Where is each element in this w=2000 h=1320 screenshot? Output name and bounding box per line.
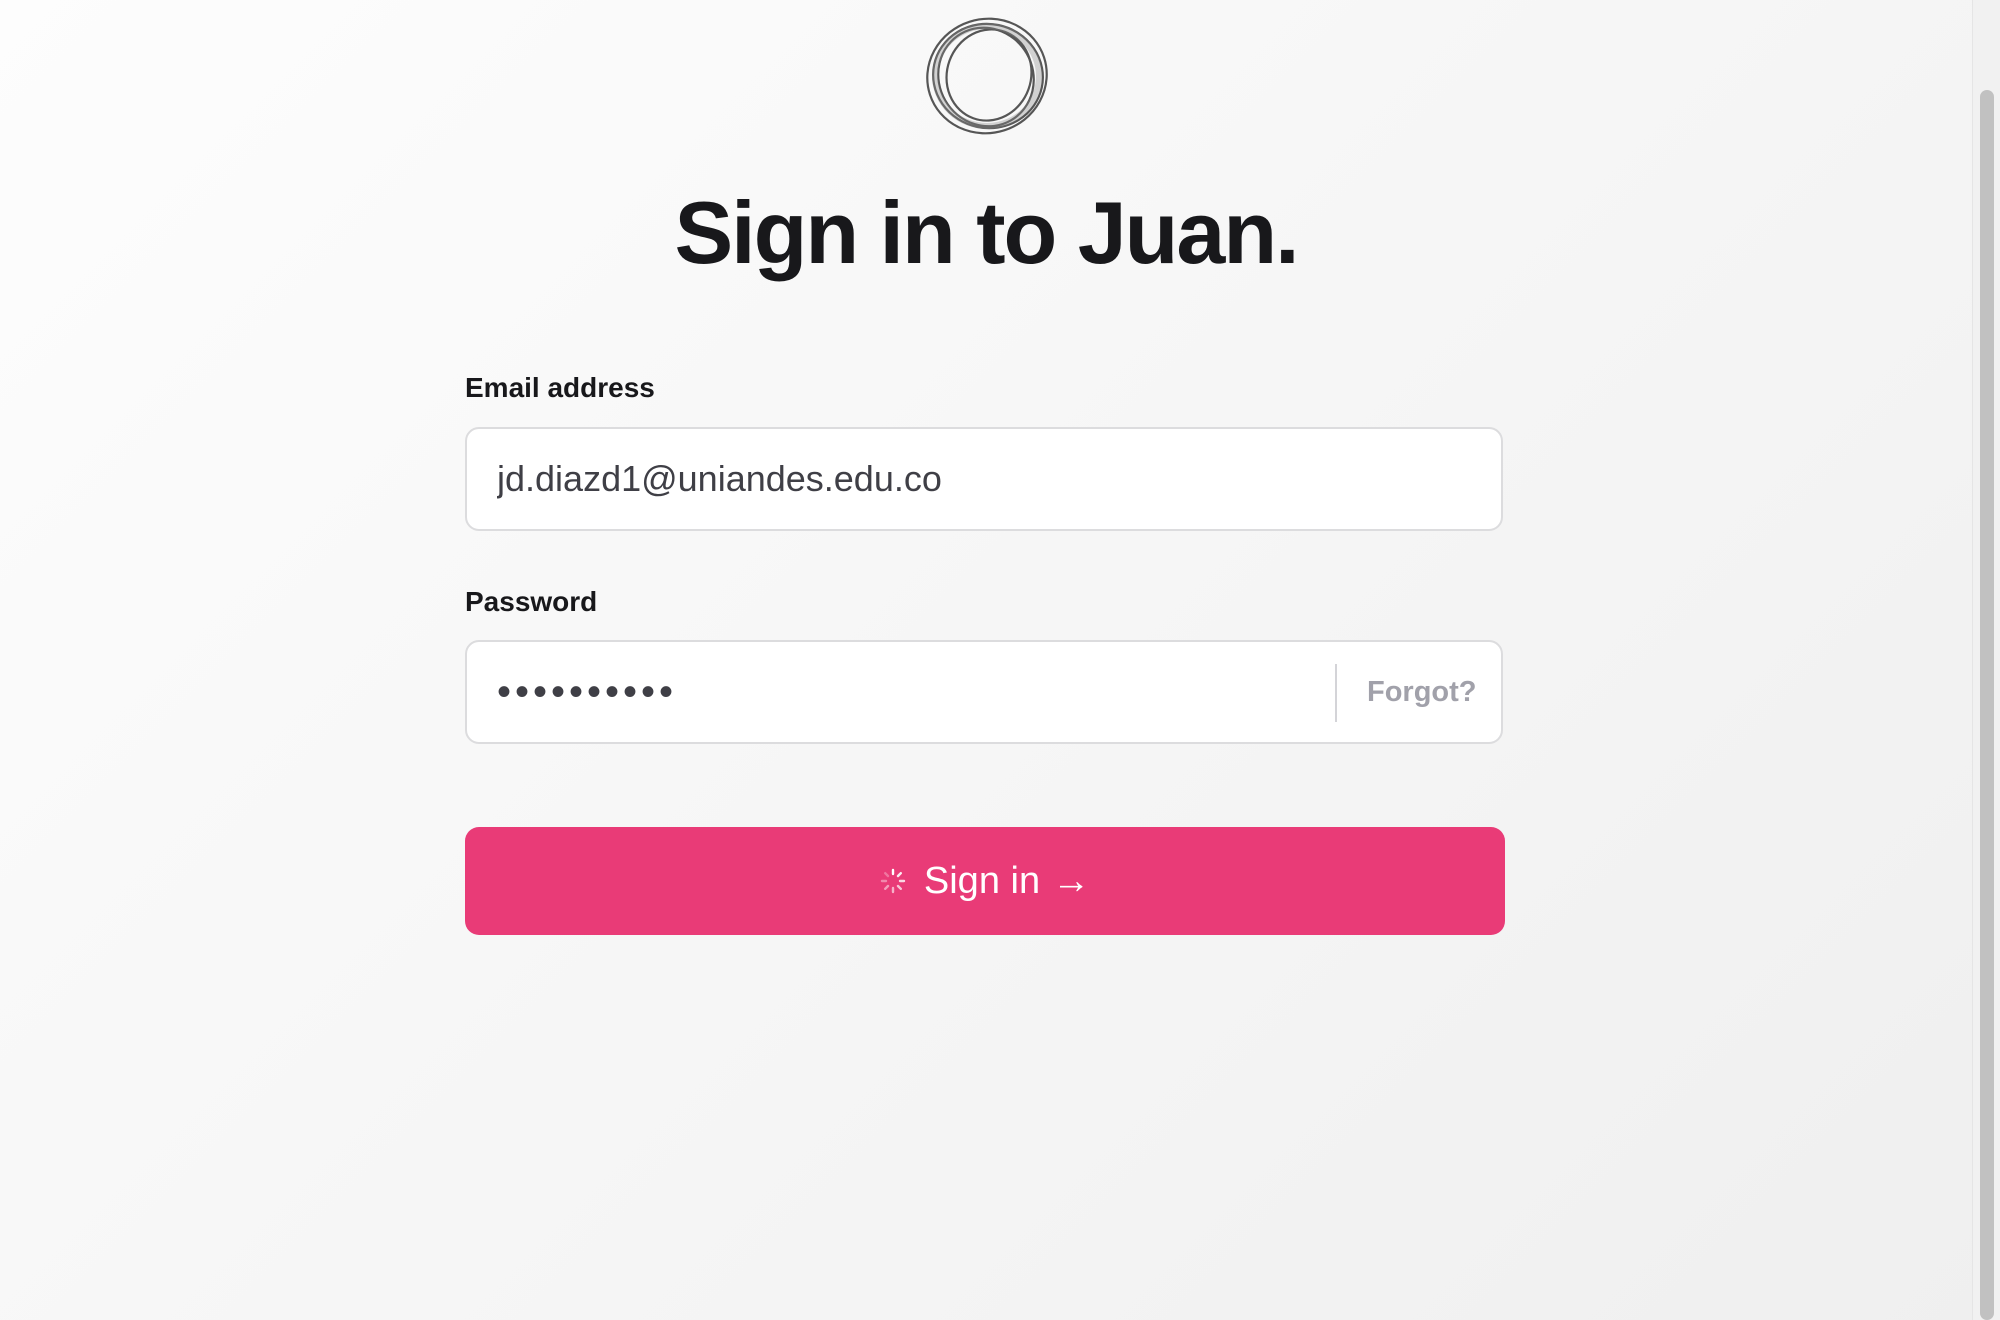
- scrollbar-thumb[interactable]: [1980, 90, 1994, 1320]
- arrow-right-icon: →: [1052, 859, 1091, 902]
- field-divider: [1335, 664, 1337, 722]
- email-field-container: [465, 427, 1503, 531]
- email-field[interactable]: [497, 429, 1467, 529]
- scrollbar[interactable]: [1972, 0, 2000, 1320]
- sign-in-button[interactable]: Sign in →: [465, 827, 1505, 935]
- ring-logo-icon: [926, 17, 1048, 135]
- sign-in-button-label: Sign in: [923, 859, 1041, 902]
- page-title: Sign in to Juan.: [674, 183, 1299, 282]
- sign-in-page: Sign in to Juan. Email address Password …: [0, 0, 1972, 1320]
- forgot-password-link[interactable]: Forgot?: [1367, 642, 1477, 742]
- loading-spinner-icon: [880, 868, 906, 894]
- password-field-container: Forgot?: [465, 640, 1503, 744]
- password-label: Password: [465, 586, 598, 617]
- email-label: Email address: [465, 372, 655, 403]
- password-field[interactable]: [497, 642, 1497, 742]
